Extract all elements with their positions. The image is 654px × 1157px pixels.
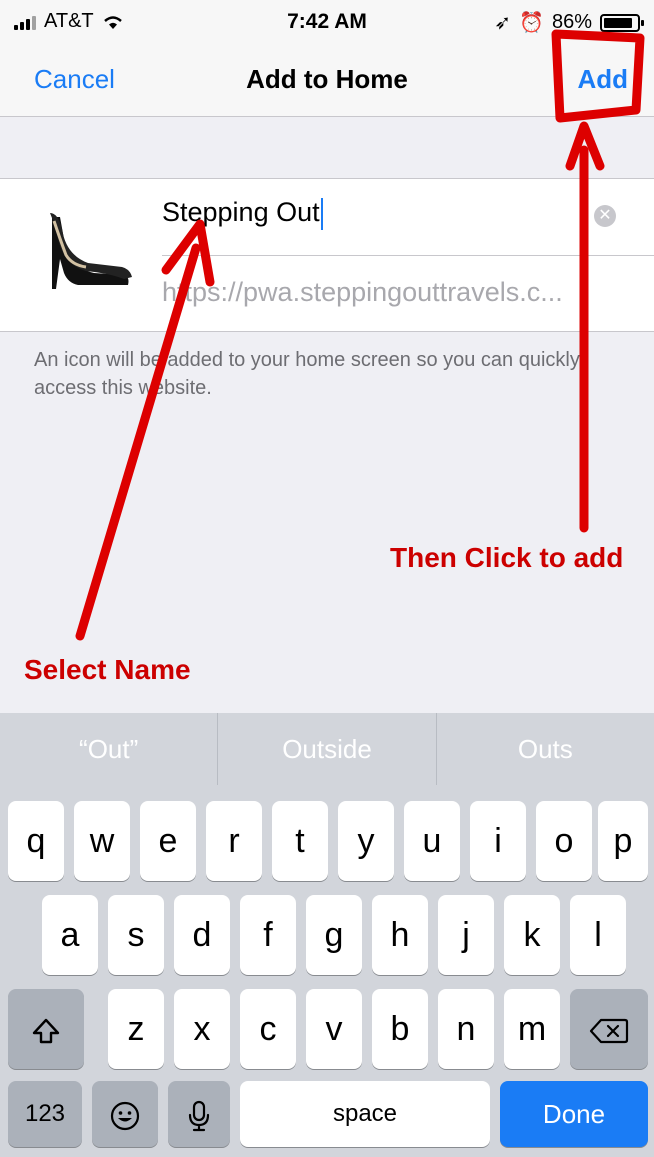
name-field-value: Stepping Out — [162, 197, 320, 227]
add-button[interactable]: Add — [577, 64, 628, 95]
page-title: Add to Home — [246, 64, 408, 94]
key-w[interactable]: w — [74, 801, 130, 881]
key-y[interactable]: y — [338, 801, 394, 881]
key-x[interactable]: x — [174, 989, 230, 1069]
dictation-key[interactable] — [168, 1081, 230, 1147]
key-n[interactable]: n — [438, 989, 494, 1069]
battery-percent: 86% — [551, 11, 592, 33]
space-key[interactable]: space — [240, 1081, 490, 1147]
name-row: Stepping Out ✕ — [162, 179, 654, 256]
shift-key[interactable] — [8, 989, 84, 1069]
key-d[interactable]: d — [174, 895, 230, 975]
key-r[interactable]: r — [206, 801, 262, 881]
key-h[interactable]: h — [372, 895, 428, 975]
text-cursor — [320, 197, 323, 230]
add-to-home-form: Stepping Out ✕ https://pwa.steppingouttr… — [0, 178, 654, 332]
key-t[interactable]: t — [272, 801, 328, 881]
status-right-group: ➶ ⏰ 86% — [494, 10, 644, 35]
key-k[interactable]: k — [504, 895, 560, 975]
shift-icon — [32, 1018, 60, 1044]
key-s[interactable]: s — [108, 895, 164, 975]
key-i[interactable]: i — [470, 801, 526, 881]
hint-text: An icon will be added to your home scree… — [34, 349, 580, 399]
microphone-icon — [188, 1100, 210, 1132]
suggestion-1[interactable]: “Out” — [0, 713, 219, 785]
key-q[interactable]: q — [8, 801, 64, 881]
delete-key[interactable] — [570, 989, 648, 1069]
key-p[interactable]: p — [598, 801, 648, 881]
keyboard: q w e r t y u i o p a s d f g h j k l z … — [0, 785, 654, 1157]
autocomplete-bar: “Out” Outside Outs — [0, 713, 654, 785]
annotation-select-name: Select Name — [24, 654, 191, 685]
done-key[interactable]: Done — [500, 1081, 648, 1147]
location-icon: ➶ — [494, 12, 512, 34]
key-v[interactable]: v — [306, 989, 362, 1069]
emoji-key[interactable] — [92, 1081, 158, 1147]
key-b[interactable]: b — [372, 989, 428, 1069]
key-j[interactable]: j — [438, 895, 494, 975]
key-l[interactable]: l — [570, 895, 626, 975]
alarm-icon: ⏰ — [519, 12, 544, 34]
key-a[interactable]: a — [42, 895, 98, 975]
suggestion-2[interactable]: Outside — [218, 713, 437, 785]
key-z[interactable]: z — [108, 989, 164, 1069]
clear-text-button[interactable]: ✕ — [594, 205, 616, 227]
url-label: https://pwa.steppingouttravels.c... — [162, 277, 563, 307]
name-field[interactable]: Stepping Out — [162, 197, 323, 230]
arrow-to-add-head — [565, 121, 605, 171]
suggestion-3[interactable]: Outs — [437, 713, 654, 785]
site-icon-high-heel — [50, 213, 132, 289]
numbers-key[interactable]: 123 — [8, 1081, 82, 1147]
key-m[interactable]: m — [504, 989, 560, 1069]
key-g[interactable]: g — [306, 895, 362, 975]
annotation-then-click: Then Click to add — [390, 542, 624, 573]
battery-icon — [600, 13, 644, 32]
status-bar: AT&T 7:42 AM ➶ ⏰ 86% — [0, 0, 654, 44]
backspace-icon — [589, 1018, 629, 1044]
navigation-bar: Cancel Add to Home Add — [0, 44, 654, 117]
emoji-icon — [110, 1101, 140, 1131]
key-u[interactable]: u — [404, 801, 460, 881]
key-c[interactable]: c — [240, 989, 296, 1069]
key-f[interactable]: f — [240, 895, 296, 975]
key-o[interactable]: o — [536, 801, 592, 881]
key-e[interactable]: e — [140, 801, 196, 881]
